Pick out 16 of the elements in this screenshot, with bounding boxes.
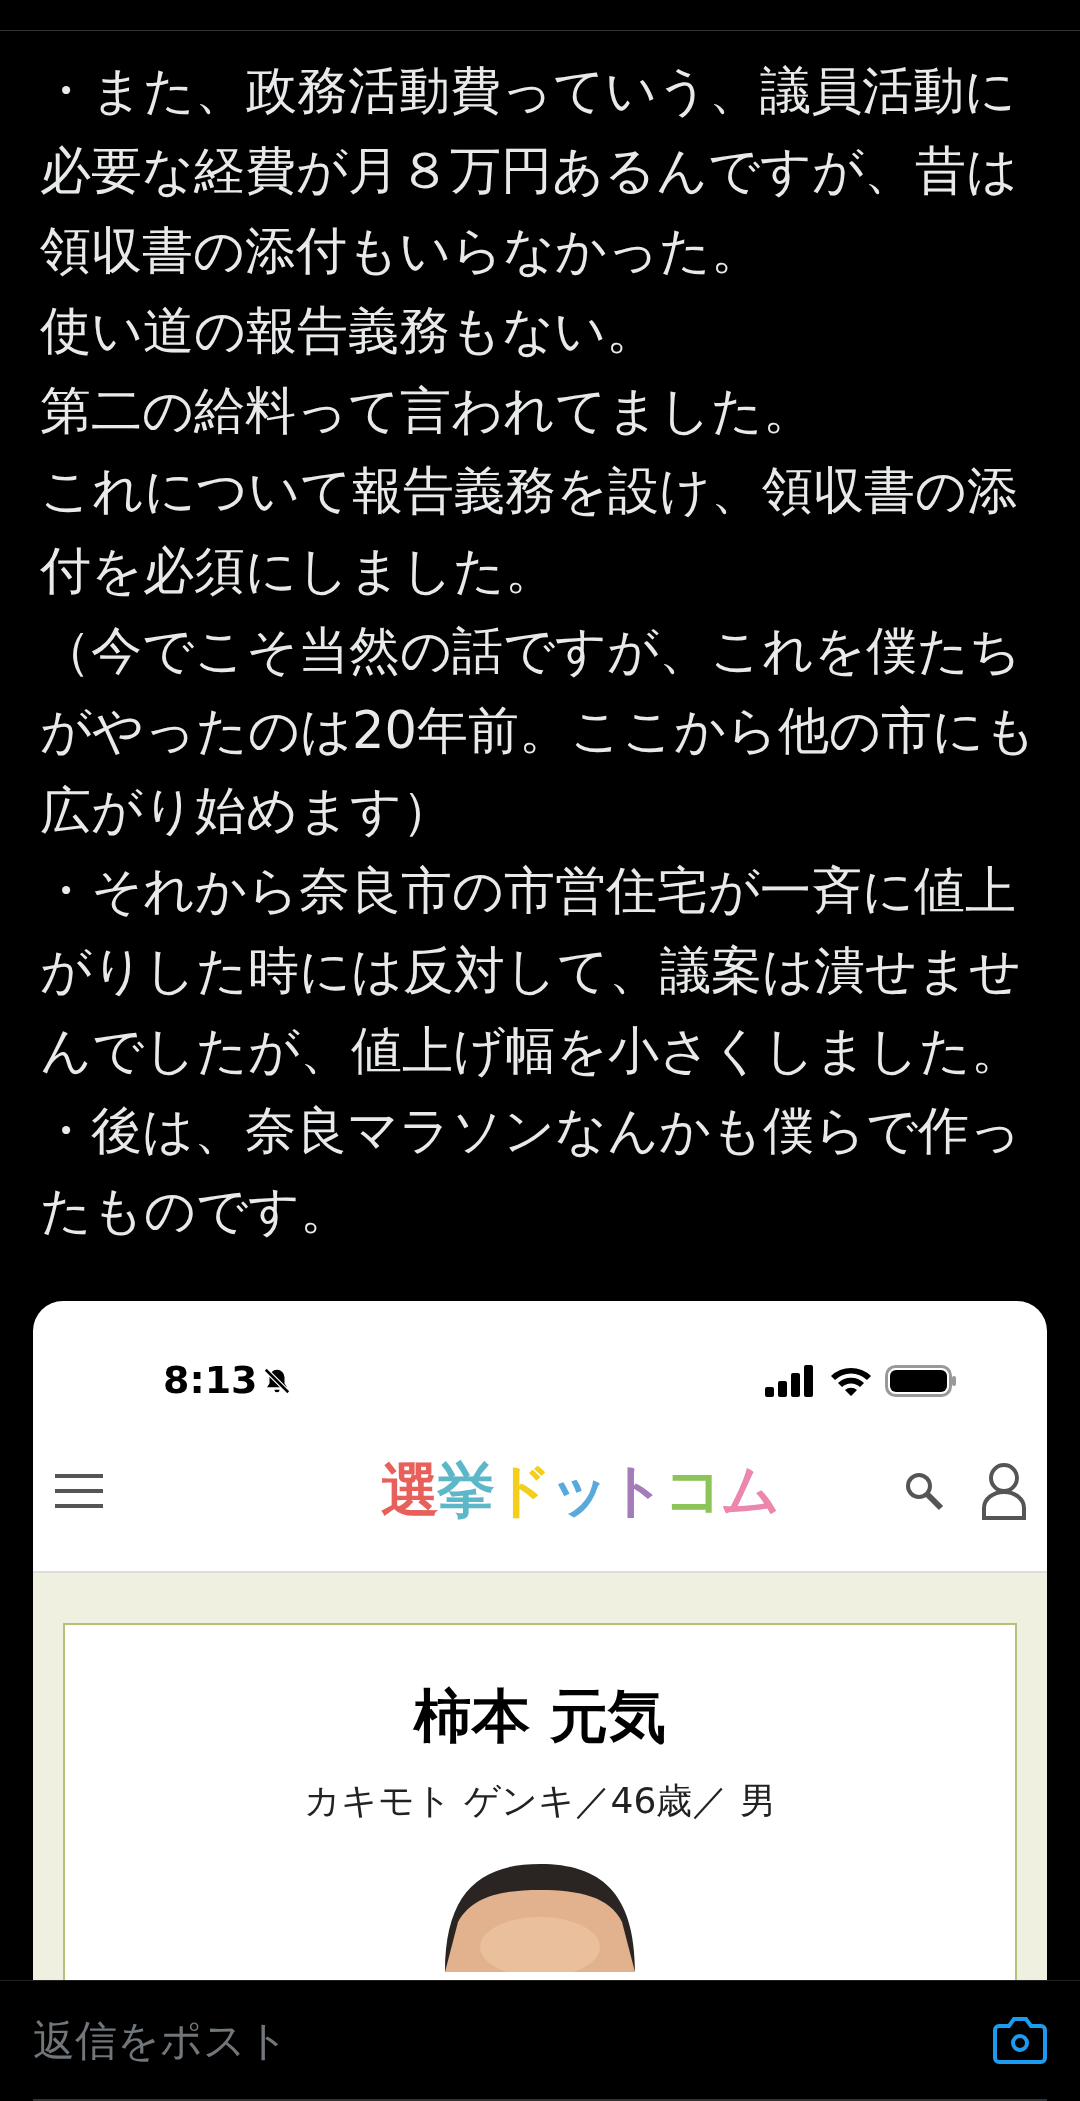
reply-field[interactable]: 返信をポスト bbox=[33, 2008, 733, 2072]
user-icon[interactable] bbox=[981, 1461, 1027, 1520]
post-paragraph: 使い道の報告義務もない。 bbox=[40, 299, 658, 362]
post-paragraph: これについて報告義務を設け、領収書の添付を必須にしました。 bbox=[40, 459, 1019, 602]
post-paragraph: ・後は、奈良マラソンなんかも僕らで作ったものです。 bbox=[40, 1099, 1022, 1242]
status-time: 8:13 bbox=[163, 1357, 258, 1405]
post-paragraph: ・それから奈良市の市営住宅が一斉に値上がりした時には反対して、議案は潰せませんでしたが、値上げ幅を小さくしました。 bbox=[40, 859, 1023, 1082]
battery-icon bbox=[885, 1364, 957, 1397]
post-paragraph: 第二の給料って言われてました。 bbox=[40, 379, 815, 442]
candidate-details: カキモト ゲンキ／46歳／ 男 bbox=[304, 1778, 776, 1823]
site-logo[interactable]: 選挙ドットコム bbox=[380, 1447, 778, 1535]
camera-icon[interactable] bbox=[993, 2016, 1047, 2064]
candidate-name: 柿本 元気 bbox=[413, 1680, 667, 1752]
post-paragraph: ・また、政務活動費っていう、議員活動に必要な経費が月８万円あるんですが、昔は領収書の添付もいらなかった。 bbox=[40, 59, 1019, 282]
post-paragraph: （今でこそ当然の話ですが、これを僕たちがやったのは20年前。ここから他の市にも広がり始めます） bbox=[40, 619, 1037, 842]
menu-icon[interactable] bbox=[53, 1472, 105, 1509]
